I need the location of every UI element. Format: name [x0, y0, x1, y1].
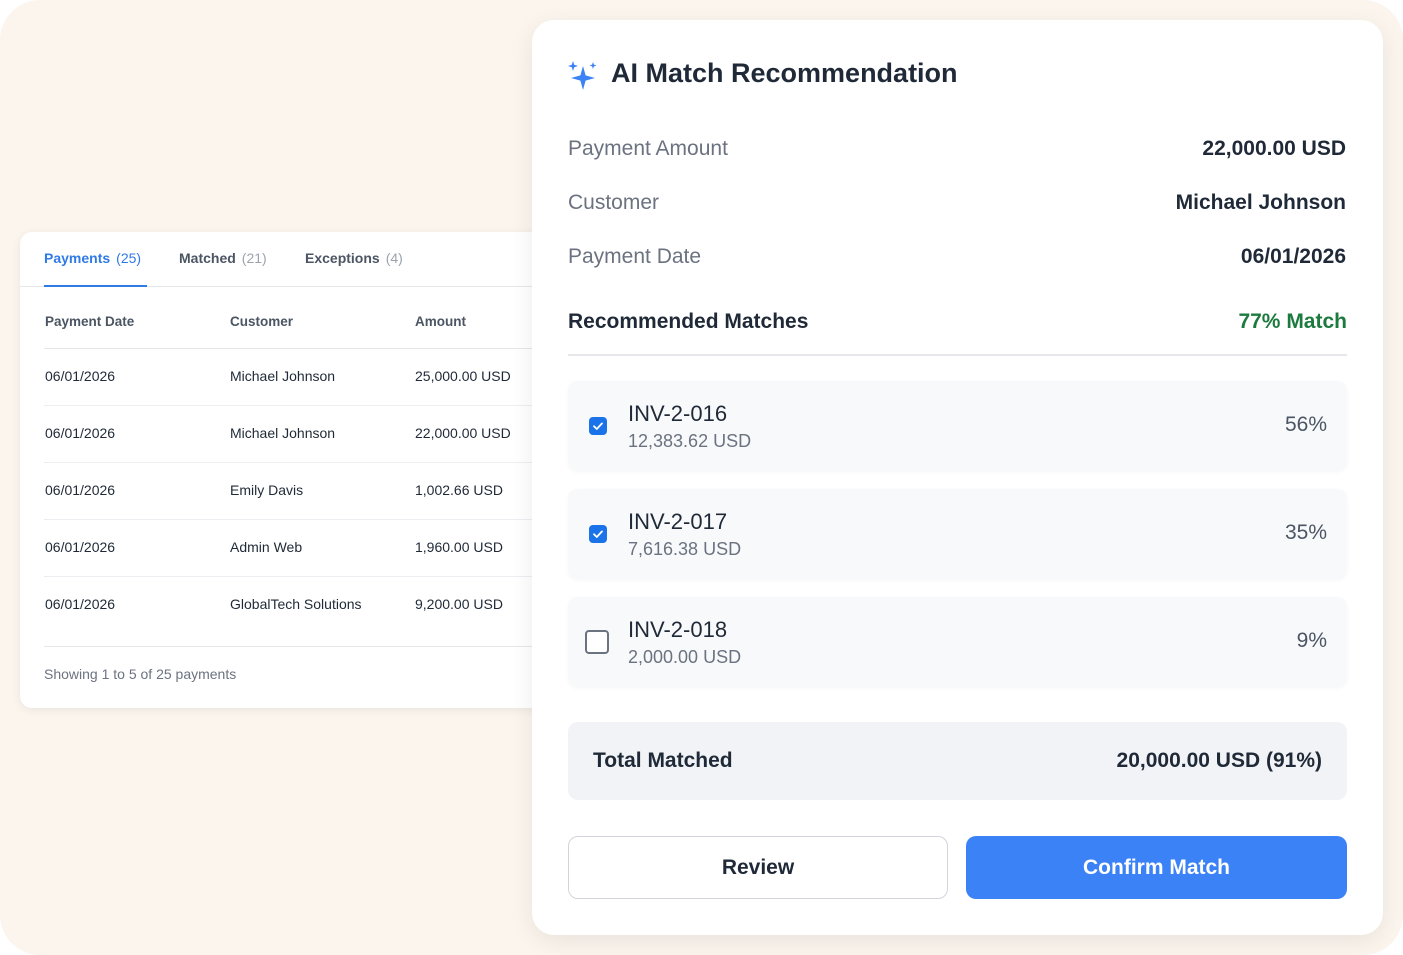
- pagination-summary: Showing 1 to 5 of 25 payments: [44, 666, 237, 682]
- table-footer-divider: [44, 646, 560, 647]
- total-matched-label: Total Matched: [593, 749, 733, 772]
- table-row[interactable]: 06/01/2026 Michael Johnson 25,000.00 USD: [20, 349, 560, 406]
- tab-label: Exceptions: [305, 250, 380, 266]
- match-item-inv-2-017[interactable]: INV-2-017 7,616.38 USD 35%: [568, 489, 1347, 579]
- match-checkbox[interactable]: [589, 417, 607, 435]
- tab-matched[interactable]: Matched (21): [179, 232, 267, 287]
- match-score-badge: 77% Match: [1238, 310, 1347, 333]
- total-matched-summary: Total Matched 20,000.00 USD (91%): [568, 722, 1347, 800]
- sparkle-icon: [568, 61, 597, 90]
- table-row[interactable]: 06/01/2026 GlobalTech Solutions 9,200.00…: [20, 577, 560, 634]
- tab-payments[interactable]: Payments (25): [44, 232, 147, 287]
- cell-payment-date: 06/01/2026: [45, 368, 116, 384]
- section-divider: [568, 354, 1347, 356]
- cell-payment-date: 06/01/2026: [45, 425, 116, 441]
- match-item-inv-2-016[interactable]: INV-2-016 12,383.62 USD 56%: [568, 381, 1347, 471]
- payment-date-value: 06/01/2026: [1240, 245, 1346, 268]
- cell-payment-date: 06/01/2026: [45, 596, 116, 612]
- tab-label: Matched: [179, 250, 236, 266]
- payment-amount-label: Payment Amount: [568, 137, 728, 160]
- total-matched-value: 20,000.00 USD (91%): [1116, 749, 1322, 772]
- match-checkbox[interactable]: [585, 630, 609, 654]
- customer-label: Customer: [568, 191, 660, 214]
- cell-customer: Michael Johnson: [230, 368, 336, 384]
- panel-title: AI Match Recommendation: [611, 58, 958, 88]
- table-row[interactable]: 06/01/2026 Emily Davis 1,002.66 USD: [20, 463, 560, 520]
- tab-exceptions[interactable]: Exceptions (4): [305, 232, 403, 287]
- cell-amount: 22,000.00 USD: [415, 425, 511, 441]
- tab-count: (25): [116, 250, 142, 266]
- column-header-amount[interactable]: Amount: [415, 314, 466, 329]
- tab-count: (21): [241, 250, 267, 266]
- column-header-payment-date[interactable]: Payment Date: [45, 314, 134, 329]
- invoice-id: INV-2-018: [628, 617, 728, 642]
- checkmark-icon: [593, 530, 603, 538]
- cell-amount: 1,960.00 USD: [415, 539, 503, 555]
- payments-table-card: Payments (25) Matched (21) Exceptions (4) P…: [20, 232, 560, 708]
- tab-count: (4): [385, 250, 403, 266]
- invoice-match-percent: 9%: [1296, 629, 1327, 652]
- invoice-id: INV-2-016: [628, 401, 728, 426]
- invoice-match-percent: 35%: [1284, 521, 1327, 544]
- invoice-id: INV-2-017: [628, 509, 728, 534]
- column-header-customer[interactable]: Customer: [230, 314, 293, 329]
- cell-payment-date: 06/01/2026: [45, 539, 116, 555]
- invoice-amount: 12,383.62 USD: [628, 431, 752, 451]
- cell-customer: Admin Web: [230, 539, 303, 555]
- invoice-match-percent: 56%: [1284, 413, 1327, 436]
- payments-tabs: Payments (25) Matched (21) Exceptions (4): [20, 232, 560, 287]
- ai-match-panel: AI Match Recommendation Payment Amount 2…: [532, 20, 1383, 935]
- checkmark-icon: [593, 422, 603, 430]
- cell-customer: Emily Davis: [230, 482, 304, 498]
- cell-customer: Michael Johnson: [230, 425, 336, 441]
- table-row[interactable]: 06/01/2026 Admin Web 1,960.00 USD: [20, 520, 560, 577]
- customer-value: Michael Johnson: [1175, 191, 1346, 214]
- cell-payment-date: 06/01/2026: [45, 482, 116, 498]
- match-item-inv-2-018[interactable]: INV-2-018 2,000.00 USD 9%: [568, 597, 1347, 687]
- cell-customer: GlobalTech Solutions: [230, 596, 362, 612]
- review-button[interactable]: Review: [568, 836, 948, 899]
- match-checkbox[interactable]: [589, 525, 607, 543]
- payment-date-label: Payment Date: [568, 245, 702, 268]
- table-row[interactable]: 06/01/2026 Michael Johnson 22,000.00 USD: [20, 406, 560, 463]
- confirm-match-button[interactable]: Confirm Match: [966, 836, 1347, 899]
- tab-label: Payments: [44, 250, 111, 266]
- invoice-amount: 7,616.38 USD: [628, 539, 742, 559]
- recommended-matches-title: Recommended Matches: [568, 310, 809, 333]
- invoice-amount: 2,000.00 USD: [628, 647, 742, 667]
- cell-amount: 1,002.66 USD: [415, 482, 503, 498]
- cell-amount: 25,000.00 USD: [415, 368, 511, 384]
- payment-amount-value: 22,000.00 USD: [1202, 137, 1346, 160]
- cell-amount: 9,200.00 USD: [415, 596, 503, 612]
